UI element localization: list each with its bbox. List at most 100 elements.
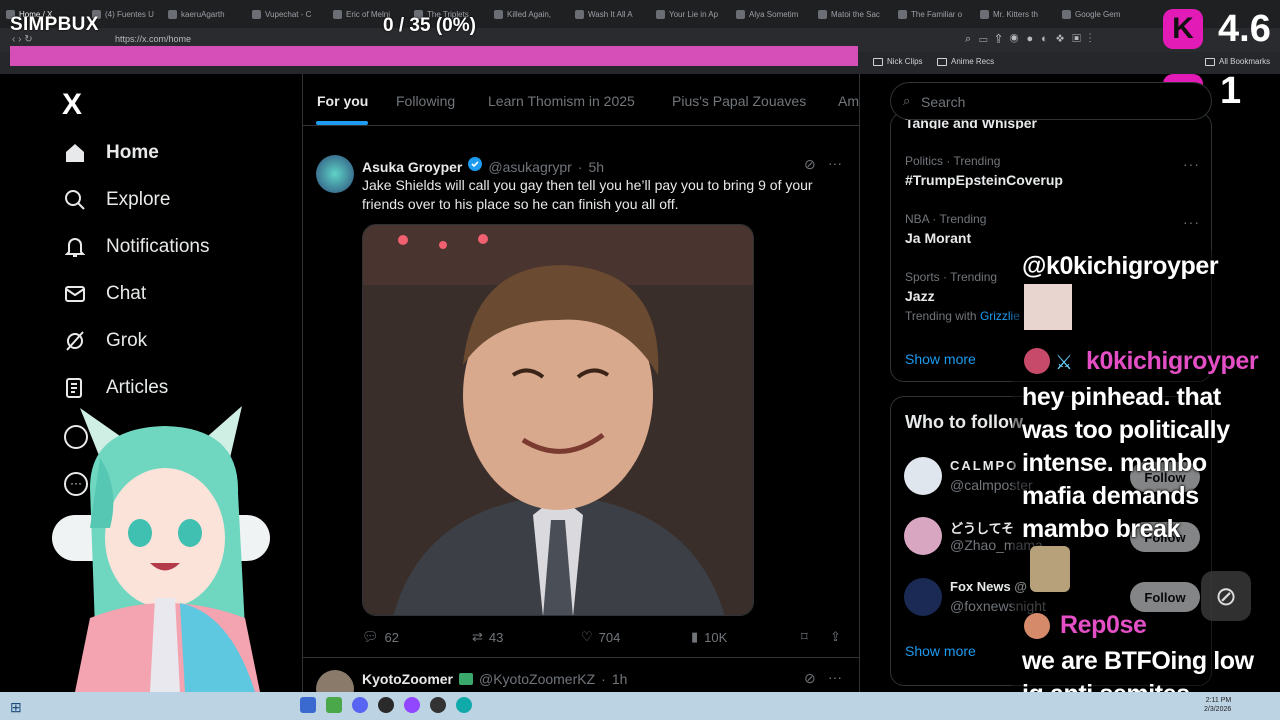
browser-tab[interactable]: Alya Sometim	[736, 4, 812, 24]
more-options-icon[interactable]: ···	[828, 669, 842, 685]
favicon-icon	[575, 9, 584, 19]
grok-icon	[62, 328, 88, 354]
active-tab-indicator	[316, 121, 368, 125]
taskbar	[0, 692, 1280, 720]
post-header: Asuka Groyper @asukagrypr · 5h	[362, 157, 604, 176]
favicon-icon	[333, 9, 342, 19]
goal-progress-bar	[10, 46, 858, 66]
kick-logo-icon: K	[1163, 9, 1203, 49]
url-field[interactable]: https://x.com/home	[115, 34, 191, 44]
browser-tab[interactable]: Matoi the Sac	[818, 4, 894, 24]
tab-papal-zouaves[interactable]: Pius's Papal Zouaves	[672, 93, 806, 109]
bookmark-anime-recs[interactable]: Anime Recs	[937, 57, 994, 66]
mail-icon	[62, 281, 88, 307]
browser-tab[interactable]: Wash It All A	[575, 4, 651, 24]
avatar[interactable]	[904, 517, 942, 555]
post-handle[interactable]: @asukagrypr	[488, 159, 571, 175]
suggestion-name[interactable]: どうしてそ	[950, 518, 1014, 537]
tab-following[interactable]: Following	[396, 93, 455, 109]
favicon-icon	[980, 9, 989, 19]
grok-float-icon[interactable]: ⊘	[1201, 571, 1251, 621]
trend-name[interactable]: Ja Morant	[905, 230, 971, 246]
browser-tab[interactable]: Vupechat - C	[252, 4, 328, 24]
like-button[interactable]: ♡ 704	[581, 629, 620, 645]
app-icon[interactable]	[378, 697, 394, 713]
browser-tab[interactable]: Mr. Kitters th	[980, 4, 1056, 24]
nav-chat[interactable]: Chat	[62, 281, 146, 307]
tab-more[interactable]: Am	[838, 93, 859, 109]
viewer-count: 1	[1220, 70, 1242, 112]
trend-meta: Politics · Trending	[905, 154, 1001, 168]
chat-avatar	[1024, 613, 1050, 639]
app-icon[interactable]	[300, 697, 316, 713]
start-icon[interactable]: ⊞	[10, 699, 22, 716]
post-author-name[interactable]: Asuka Groyper	[362, 159, 462, 175]
share-icon[interactable]: ⇪	[830, 629, 841, 645]
app-icon[interactable]	[404, 697, 420, 713]
nav-explore[interactable]: Explore	[62, 187, 170, 213]
views-button[interactable]: ▮ 10K	[691, 629, 727, 645]
trend-meta: NBA · Trending	[905, 212, 987, 226]
post-author-name[interactable]: KyotoZoomer	[362, 671, 453, 687]
more-options-icon[interactable]: ···	[1183, 156, 1200, 172]
app-icon[interactable]	[352, 697, 368, 713]
browser-tab[interactable]: Killed Again,	[494, 4, 570, 24]
bookmark-nick-clips[interactable]: Nick Clips	[873, 57, 923, 66]
post-time[interactable]: 1h	[612, 671, 628, 687]
folder-icon	[937, 57, 947, 66]
browser-tab[interactable]: The Familiar o	[898, 4, 974, 24]
folder-icon	[1205, 57, 1215, 66]
grok-icon[interactable]: ⊘	[804, 670, 816, 687]
post-media[interactable]	[362, 224, 754, 616]
bookmark-icon[interactable]: ⌑	[801, 629, 808, 645]
favicon-icon	[168, 9, 177, 19]
separator-dot: ·	[577, 158, 583, 175]
home-icon	[62, 140, 88, 166]
browser-tab[interactable]: kaeruAgarth	[168, 4, 244, 24]
browser-tab[interactable]: Google Gem	[1062, 4, 1138, 24]
favicon-icon	[736, 9, 745, 19]
nav-home[interactable]: Home	[62, 140, 159, 166]
post-time[interactable]: 5h	[589, 159, 605, 175]
favicon-icon	[252, 9, 261, 19]
avatar[interactable]	[904, 578, 942, 616]
separator-dot: ·	[601, 671, 606, 687]
trend-name[interactable]: Jazz	[905, 288, 935, 304]
show-more-link[interactable]: Show more	[905, 643, 976, 659]
favicon-icon	[494, 9, 503, 19]
browser-tab[interactable]: (4) Fuentes U	[92, 4, 168, 24]
nav-grok[interactable]: Grok	[62, 328, 147, 354]
goal-counter: 0 / 35 (0%)	[383, 15, 476, 36]
favicon-icon	[898, 9, 907, 19]
app-icon[interactable]	[326, 697, 342, 713]
avatar[interactable]	[316, 155, 354, 193]
favicon-icon	[656, 9, 665, 19]
bookmark-all[interactable]: All Bookmarks	[1205, 57, 1270, 66]
more-options-icon[interactable]: ···	[828, 155, 842, 171]
more-options-icon[interactable]: ···	[1183, 214, 1200, 230]
folder-icon	[873, 57, 883, 66]
x-logo[interactable]: X	[62, 88, 82, 122]
grok-icon[interactable]: ⊘	[804, 156, 816, 173]
chat-emote	[1024, 284, 1072, 330]
tab-for-you[interactable]: For you	[317, 93, 368, 109]
verified-icon	[468, 157, 483, 176]
repost-icon: ⇄	[472, 629, 483, 644]
browser-tab[interactable]: Your Lie in Ap	[656, 4, 732, 24]
trend-name[interactable]: #TrumpEpsteinCoverup	[905, 172, 1063, 188]
heart-icon: ♡	[581, 629, 593, 644]
suggestion-name[interactable]: CALMPO	[950, 458, 1018, 473]
app-icon[interactable]	[430, 697, 446, 713]
reply-button[interactable]: 💬︎ 62	[362, 629, 399, 645]
tab-learn-thomism[interactable]: Learn Thomism in 2025	[488, 93, 635, 109]
reply-icon: 💬︎	[362, 629, 379, 644]
system-clock[interactable]: 2:11 PM 2/3/2026	[1204, 696, 1231, 714]
browser-toolbar-icons[interactable]: ⌕▭⇪◉●◐❖▣⋮	[965, 33, 1099, 46]
search-input[interactable]: ⌕ Search	[890, 82, 1212, 120]
post-handle[interactable]: @KyotoZoomerKZ	[479, 671, 595, 687]
app-icon[interactable]	[456, 697, 472, 713]
repost-button[interactable]: ⇄ 43	[472, 629, 503, 645]
nav-notifications[interactable]: Notifications	[62, 234, 210, 260]
show-more-link[interactable]: Show more	[905, 351, 976, 367]
avatar[interactable]	[904, 457, 942, 495]
